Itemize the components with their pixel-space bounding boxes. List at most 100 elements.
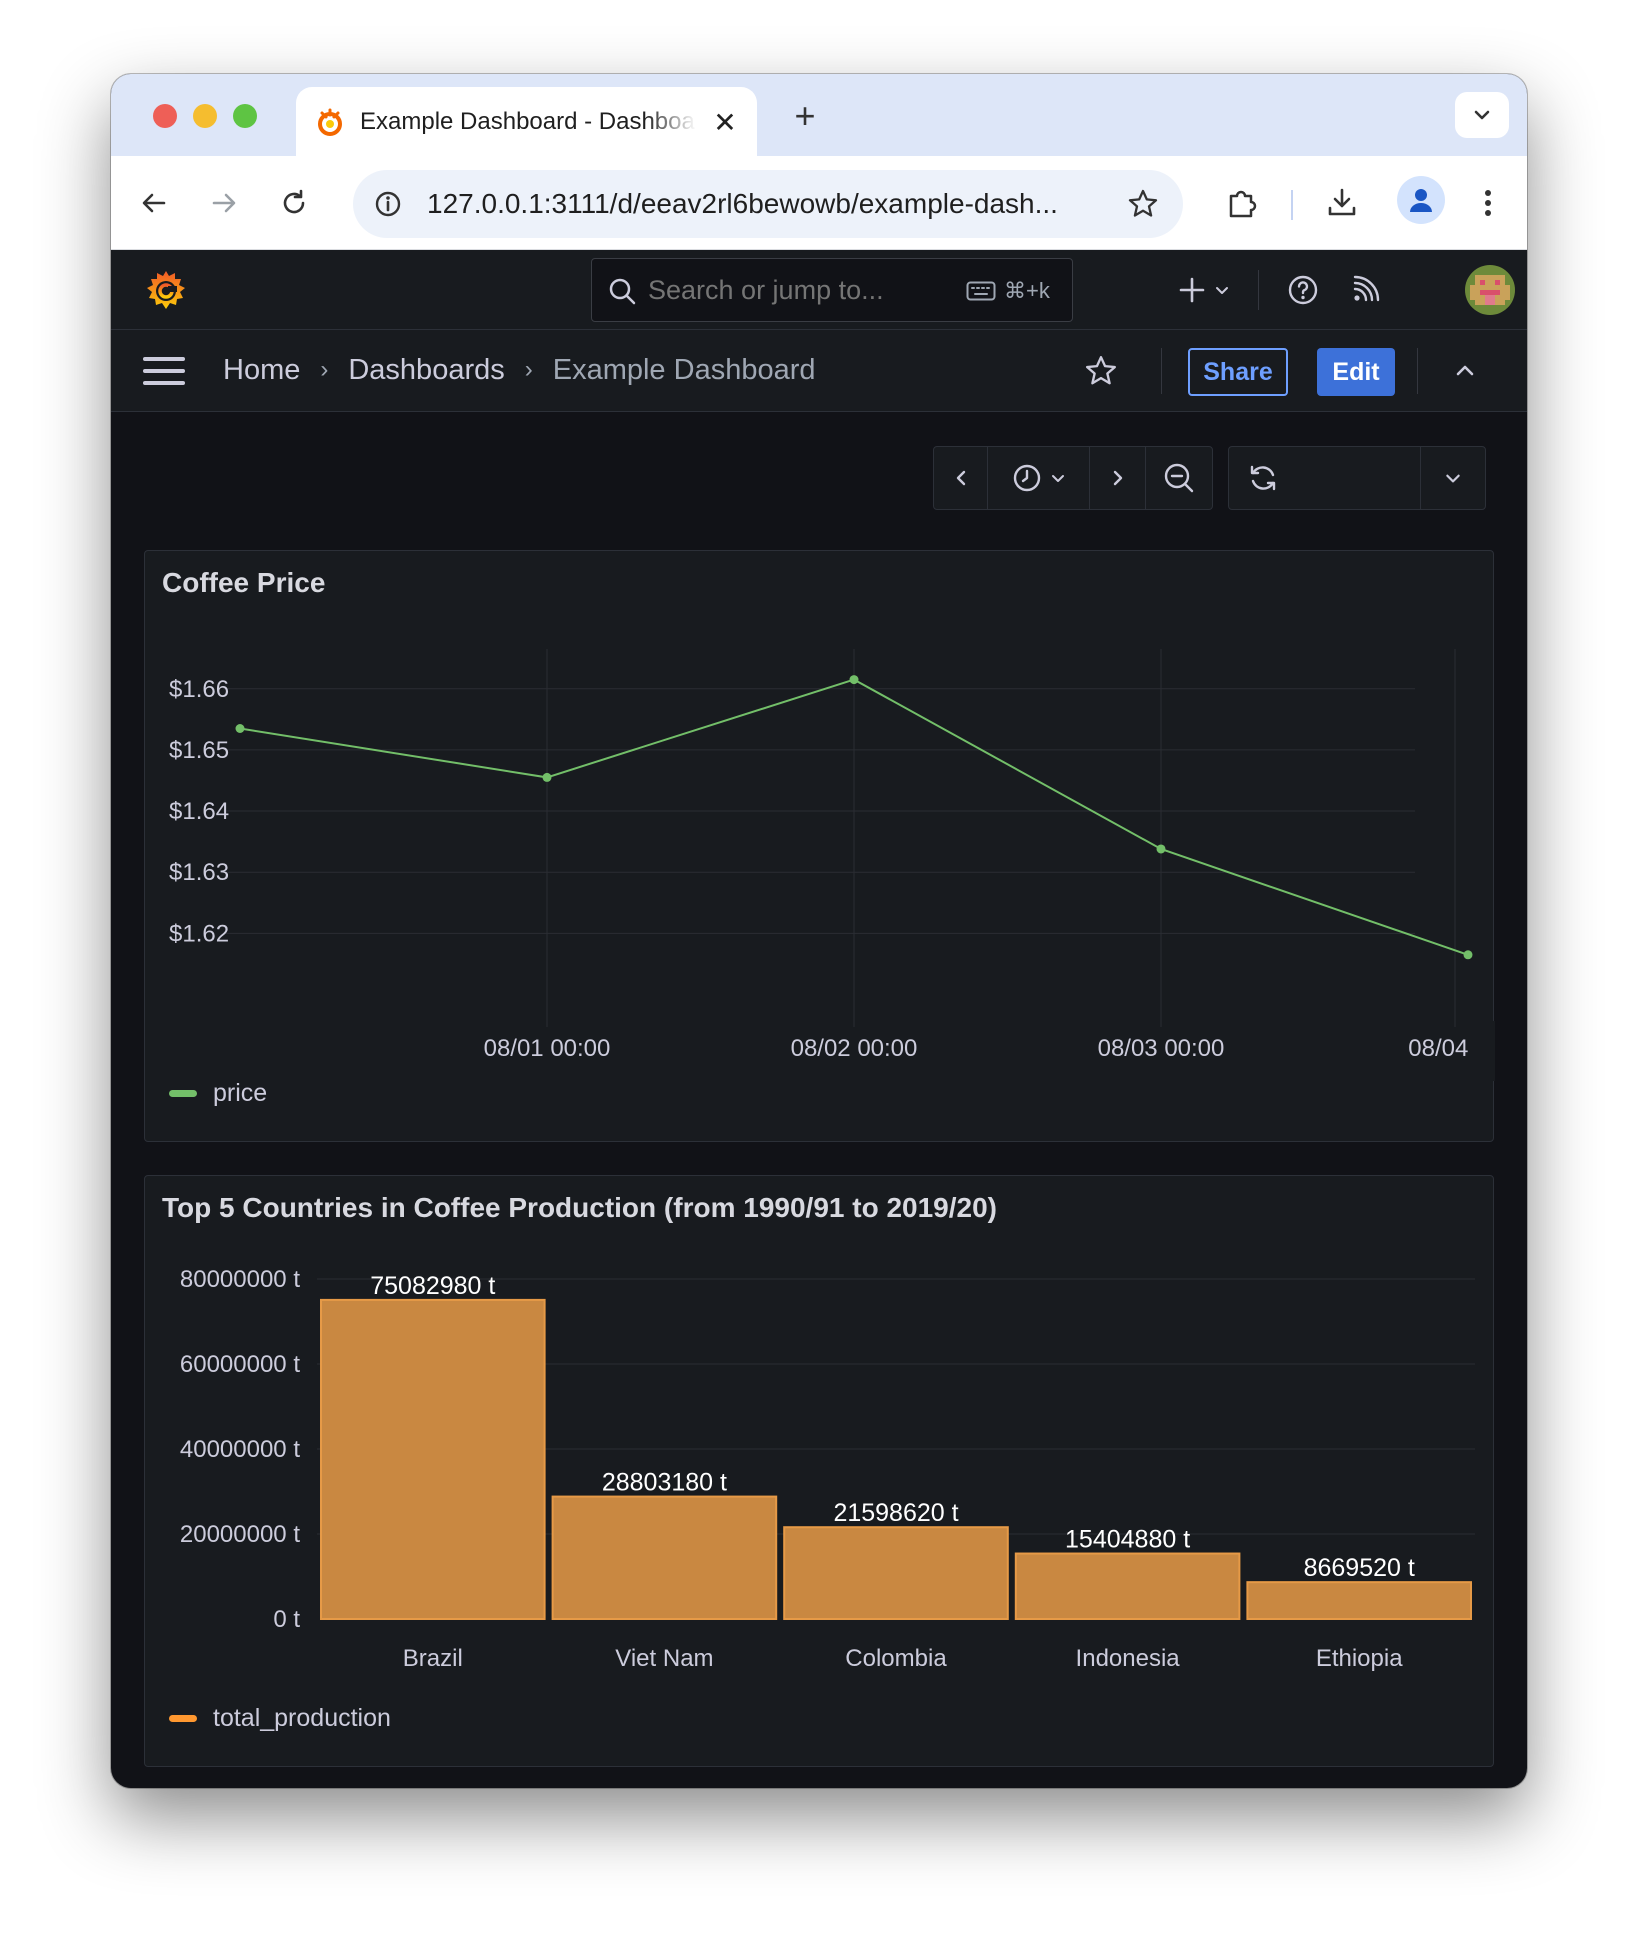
address-bar[interactable]: 127.0.0.1:3111/d/eeav2rl6bewowb/example-…: [353, 170, 1183, 238]
extensions-button[interactable]: [1219, 180, 1265, 226]
keyboard-icon: [966, 281, 996, 301]
menu-icon[interactable]: [143, 354, 185, 388]
legend[interactable]: total_production: [169, 1704, 391, 1733]
zoom-out-button[interactable]: [1146, 447, 1212, 509]
legend-swatch: [169, 1715, 197, 1722]
browser-tab-active[interactable]: Example Dashboard - Dashboards - Grafana…: [296, 87, 757, 156]
bar-chart: 0 t 20000000 t 40000000 t 60000000 t 8000000…: [180, 1266, 1475, 1672]
time-range-back-button[interactable]: [934, 447, 988, 509]
bar-value-label: 8669520 t: [1304, 1554, 1415, 1582]
collapse-header-button[interactable]: [1441, 347, 1489, 395]
user-avatar[interactable]: [1465, 265, 1515, 315]
search-shortcut: ⌘+k: [966, 277, 1050, 305]
chevron-down-icon: [1474, 110, 1490, 120]
reload-button[interactable]: [271, 180, 317, 226]
news-button[interactable]: [1341, 266, 1389, 314]
bar-value-label: 28803180 t: [602, 1469, 727, 1497]
profile-button[interactable]: [1397, 176, 1445, 224]
x-tick-label: Viet Nam: [615, 1645, 713, 1672]
help-icon: [1288, 275, 1318, 305]
y-tick-label: 60000000 t: [180, 1351, 300, 1378]
search-box[interactable]: ⌘+k: [591, 258, 1073, 322]
refresh-button[interactable]: [1229, 447, 1421, 509]
grafana-topbar: ⌘+k: [111, 250, 1527, 330]
breadcrumb-current: Example Dashboard: [552, 353, 816, 386]
tab-search-button[interactable]: [1455, 92, 1509, 138]
x-tick-label: 08/03 00:00: [1098, 1035, 1225, 1062]
downloads-button[interactable]: [1319, 180, 1365, 226]
y-tick-label: 40000000 t: [180, 1436, 300, 1463]
help-button[interactable]: [1279, 266, 1327, 314]
time-range-picker[interactable]: [988, 447, 1090, 509]
star-icon: [1086, 356, 1116, 385]
data-point: [1156, 844, 1166, 854]
chevron-down-icon: [1051, 475, 1064, 482]
chevron-up-icon: [1456, 365, 1474, 376]
grafana-favicon-icon: [318, 108, 342, 136]
refresh-icon: [1250, 465, 1276, 491]
x-tick-label: Ethiopia: [1316, 1645, 1403, 1672]
legend-label[interactable]: total_production: [213, 1704, 391, 1733]
bookmark-star-icon[interactable]: [1123, 184, 1163, 224]
data-point: [235, 724, 245, 733]
share-button[interactable]: Share: [1188, 348, 1288, 396]
edit-button[interactable]: Edit: [1317, 348, 1395, 396]
browser-menu-button[interactable]: [1465, 180, 1511, 226]
x-tick-label: Colombia: [845, 1645, 947, 1672]
mark-favorite-button[interactable]: [1077, 347, 1125, 395]
coffee-price-panel[interactable]: Coffee Price $1.66 $1.65 $1.64 $1.63 $1.62 08…: [144, 550, 1495, 1142]
breadcrumb-home[interactable]: Home: [223, 354, 300, 387]
url-text: 127.0.0.1:3111/d/eeav2rl6bewowb/example-…: [427, 188, 1058, 219]
browser-window: Example Dashboard - Dashboards - Grafana…: [111, 74, 1527, 1788]
y-tick-label: $1.64: [169, 798, 229, 825]
grafana-logo-icon[interactable]: [143, 267, 189, 313]
x-tick-label: Indonesia: [1076, 1645, 1181, 1672]
plus-icon: [1179, 277, 1205, 303]
breadcrumb-dashboards[interactable]: Dashboards: [348, 354, 504, 387]
breadcrumb: Home › Dashboards › Example Dashboard: [223, 352, 816, 388]
clock-icon: [1013, 464, 1040, 492]
coffee-production-panel[interactable]: Top 5 Countries in Coffee Production (fr…: [144, 1175, 1494, 1767]
site-info-icon[interactable]: [369, 185, 407, 223]
chevron-right-icon: [1113, 470, 1122, 486]
grafana-navbar: Home › Dashboards › Example Dashboard Sh…: [111, 330, 1527, 412]
bar-value-label: 75082980 t: [370, 1272, 495, 1300]
search-input[interactable]: [648, 275, 948, 306]
legend-label[interactable]: price: [213, 1079, 267, 1108]
x-tick-label: Brazil: [403, 1645, 463, 1672]
reload-icon: [283, 189, 305, 214]
data-point: [1463, 950, 1473, 960]
chevron-down-icon: [1446, 474, 1460, 483]
chevron-left-icon: [956, 470, 965, 486]
forward-button[interactable]: [201, 180, 247, 226]
line-chart: $1.66 $1.65 $1.64 $1.63 $1.62 08/01 00:00 08/0…: [169, 649, 1495, 1081]
chevron-down-icon: [1216, 287, 1228, 294]
refresh-picker-group: [1228, 446, 1486, 510]
legend-swatch: [169, 1090, 197, 1097]
refresh-interval-dropdown[interactable]: [1421, 447, 1485, 509]
back-button[interactable]: [131, 180, 177, 226]
window-close-button[interactable]: [153, 104, 177, 128]
window-minimize-button[interactable]: [193, 104, 217, 128]
rss-icon: [1353, 275, 1380, 302]
tab-strip: Example Dashboard - Dashboards - Grafana…: [111, 74, 1527, 156]
browser-toolbar: 127.0.0.1:3111/d/eeav2rl6bewowb/example-…: [111, 156, 1527, 250]
x-tick-label: 08/02 00:00: [791, 1035, 918, 1062]
panel-edge-mask: [1473, 1021, 1495, 1081]
y-tick-label: $1.66: [169, 676, 229, 703]
toolbar-divider: [1291, 190, 1293, 220]
time-range-forward-button[interactable]: [1090, 447, 1146, 509]
download-icon: [1328, 188, 1356, 216]
puzzle-icon: [1229, 190, 1257, 218]
window-maximize-button[interactable]: [233, 104, 257, 128]
zoom-out-icon: [1164, 463, 1194, 493]
new-tab-button[interactable]: +: [783, 94, 827, 138]
arrow-right-icon: [212, 193, 236, 213]
tab-close-icon[interactable]: ✕: [708, 105, 742, 139]
chevron-right-icon: ›: [320, 356, 329, 383]
legend[interactable]: price: [169, 1079, 267, 1108]
chevron-right-icon: ›: [524, 356, 533, 383]
bar-value-label: 15404880 t: [1065, 1526, 1190, 1554]
add-new-button[interactable]: [1169, 266, 1239, 314]
x-tick-label: 08/01 00:00: [484, 1035, 611, 1062]
